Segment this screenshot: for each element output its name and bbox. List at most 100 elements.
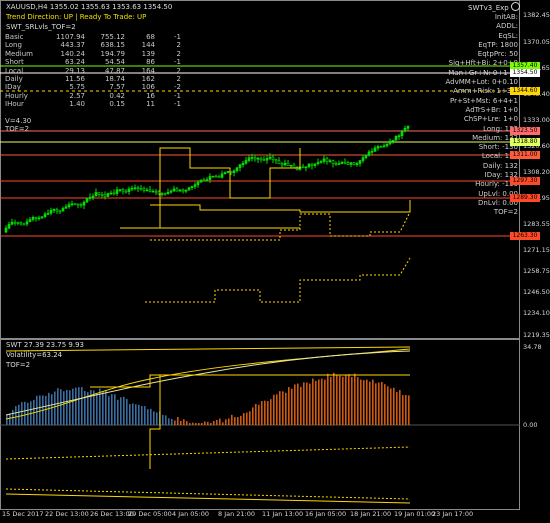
- histogram-bar: [168, 418, 170, 425]
- candle-body: [358, 160, 362, 164]
- right-panel-line: EqtpPrc: 50: [477, 50, 518, 59]
- candle-body: [388, 140, 392, 145]
- candle-body: [106, 192, 110, 197]
- candle-body: [13, 221, 17, 224]
- histogram-bar: [249, 411, 251, 425]
- candle-body: [127, 188, 131, 192]
- candle-body: [220, 173, 224, 178]
- sub-chart-canvas[interactable]: [0, 339, 520, 510]
- time-axis: 15 Dec 2017 22 Dec 13:00 26 Dec 13:00 29 De…: [0, 510, 520, 522]
- candle-body: [163, 193, 167, 195]
- histogram-bar: [393, 387, 395, 425]
- histogram-bar: [21, 402, 23, 425]
- indicator-name: SWT_SRLvls_TOF=2: [6, 23, 76, 31]
- histogram-bar: [300, 386, 302, 425]
- price-tick: 1370.05: [523, 38, 550, 46]
- histogram-bar: [240, 415, 242, 425]
- price-tick: 1271.15: [523, 246, 550, 254]
- stats-row: Basic 1107.94 755.12 68 -1: [5, 33, 181, 41]
- histogram-bar: [384, 384, 386, 425]
- candle-body: [94, 192, 98, 197]
- stats-cell-b: 18.74: [104, 75, 125, 84]
- stats-cell-c: 16: [146, 91, 155, 100]
- lower-solid: [5, 493, 411, 504]
- candle-body: [211, 175, 215, 178]
- candle-body: [334, 163, 338, 165]
- histogram-bar: [282, 391, 284, 425]
- histogram-bar: [399, 389, 401, 425]
- candle-body: [271, 156, 275, 160]
- time-tick: 11 Jan 13:00: [262, 510, 304, 518]
- histogram-bar: [201, 423, 203, 425]
- lower-dotted-2: [5, 488, 411, 500]
- histogram-bar: [291, 388, 293, 425]
- stats-cell-b: 47.87: [104, 66, 125, 75]
- candle-body: [196, 181, 200, 186]
- stats-cell-name: Daily: [5, 75, 23, 84]
- candle-body: [40, 216, 44, 219]
- stats-cell-d: 2: [176, 75, 181, 84]
- candle-body: [223, 172, 227, 175]
- histogram-bar: [117, 399, 119, 425]
- histogram-bar: [162, 414, 164, 425]
- histogram-bar: [294, 384, 296, 425]
- histogram-bar: [303, 382, 305, 425]
- candle-body: [364, 155, 368, 158]
- candle-body: [19, 222, 23, 225]
- histogram-bar: [234, 417, 236, 425]
- histogram-bar: [207, 421, 209, 425]
- stats-cell-a: 11.56: [64, 75, 85, 84]
- histogram-bar: [36, 395, 38, 425]
- stats-cell-a: 1107.94: [56, 33, 85, 41]
- candle-body: [61, 208, 65, 212]
- histogram-bar: [189, 423, 191, 425]
- candle-body: [190, 186, 194, 189]
- candle-body: [145, 189, 149, 192]
- histogram-bar: [15, 406, 17, 425]
- histogram-bar: [114, 394, 116, 425]
- histogram-bar: [243, 413, 245, 425]
- right-info-panel: InitAB: ADDL: EqSL: EqTP: 1800 EqtpPrc: 50 Si…: [400, 13, 519, 218]
- histogram-bar: [120, 397, 122, 425]
- histogram-bar: [105, 389, 107, 425]
- candle-body: [85, 198, 89, 203]
- candle-body: [262, 159, 266, 162]
- histogram-bar: [138, 404, 140, 425]
- candle-body: [391, 139, 395, 142]
- stats-cell-d: -1: [174, 33, 181, 41]
- price-tick: 1219.35: [523, 331, 550, 339]
- histogram-bar: [342, 376, 344, 425]
- histogram-bar: [360, 379, 362, 425]
- histogram-bar: [84, 390, 86, 425]
- candle-body: [37, 217, 41, 220]
- candle-body: [235, 167, 239, 172]
- histogram-bar: [369, 381, 371, 425]
- right-panel-line: DnLvl: 0.00: [478, 198, 518, 207]
- candle-body: [112, 192, 116, 195]
- histogram-bar: [102, 391, 104, 425]
- right-panel-line: UpLvl: 0.00: [478, 189, 518, 198]
- stats-cell-a: 63.24: [64, 58, 85, 67]
- candle-body: [310, 163, 314, 166]
- stats-row: Hourly 2.57 0.42 16 -1: [5, 92, 181, 100]
- histogram-bar: [324, 379, 326, 425]
- histogram-bar: [228, 418, 230, 425]
- stats-table: Basic 1107.94 755.12 68 -1 Long 443.37 638.15 14…: [5, 33, 181, 109]
- histogram-bar: [318, 379, 320, 425]
- candle-body: [394, 135, 398, 141]
- histogram-bar: [375, 383, 377, 425]
- candle-body: [46, 213, 50, 215]
- candle-body: [250, 157, 254, 159]
- candle-body: [97, 192, 101, 195]
- histogram-bar: [9, 413, 11, 425]
- right-panel-line: InitAB:: [494, 13, 518, 21]
- candle-body: [292, 164, 296, 168]
- candle-body: [184, 189, 188, 192]
- candle-body: [166, 191, 170, 195]
- histogram-bar: [135, 404, 137, 425]
- histogram-bar: [66, 389, 68, 425]
- expert-advisor-label[interactable]: SWTv3_Exp: [468, 2, 520, 12]
- histogram-bar: [57, 388, 59, 425]
- candle-body: [316, 162, 320, 165]
- histogram-bar: [378, 382, 380, 425]
